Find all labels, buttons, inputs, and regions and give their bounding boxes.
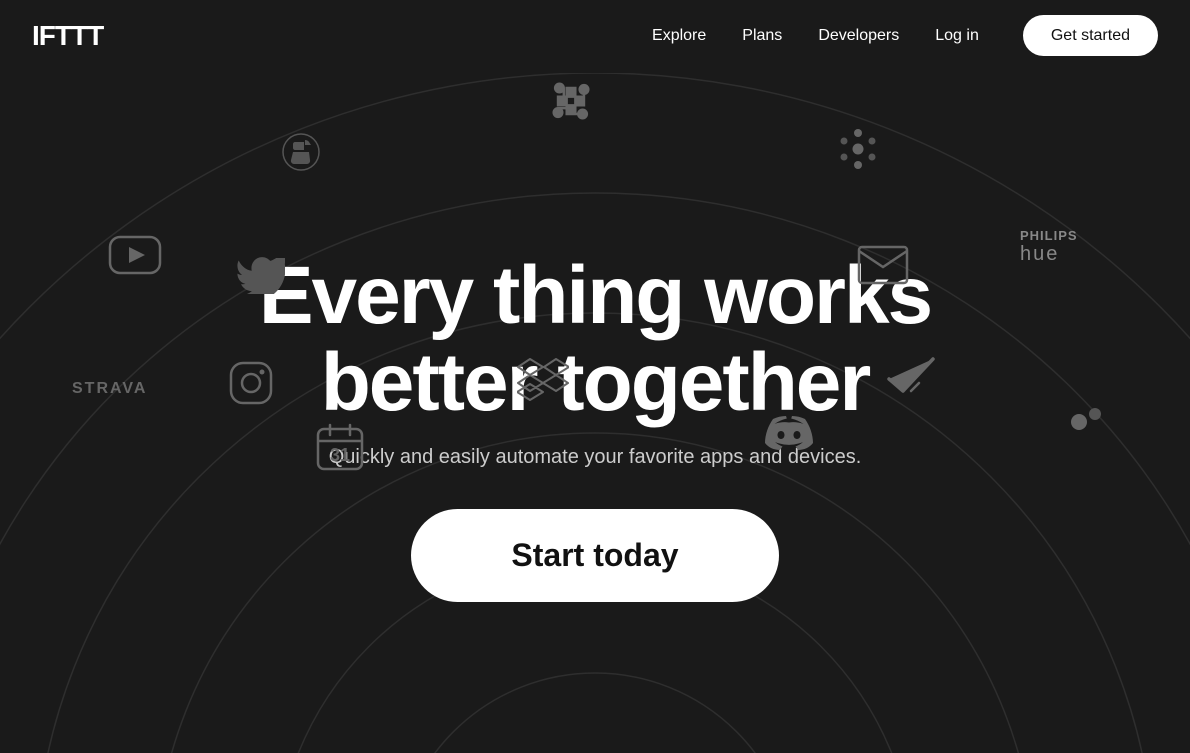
youtube-icon [108,235,162,275]
google-assistant-icon [1065,400,1109,444]
hero-start-today-button[interactable]: Start today [411,509,778,602]
logo[interactable]: IFTTT [32,20,103,52]
nav-plans[interactable]: Plans [742,27,782,44]
instagram-icon [228,360,274,406]
svg-text:31: 31 [330,445,350,465]
philips-hue-icon: PHILIPS hue [1020,228,1078,266]
twitter-icon [237,252,285,294]
nav-get-started-button[interactable]: Get started [1023,15,1158,56]
slack-icon [545,75,597,127]
fitbit-icon [832,125,884,173]
discord-icon [763,415,815,455]
hero-title: Every thing works better together [259,253,931,425]
nav-developers[interactable]: Developers [818,27,899,44]
calendar-icon: 31 [315,422,365,472]
nav-explore[interactable]: Explore [652,27,706,44]
hero-section: Every thing works better together Quickl… [0,72,1190,753]
dropbox-icon [517,355,569,401]
strava-icon: STRAVA [72,380,147,398]
ifttt-check-icon [885,355,937,395]
navbar: IFTTT Explore Plans Developers Log in Ge… [0,0,1190,72]
gmail-icon [857,245,909,285]
nav-login[interactable]: Log in [935,27,979,44]
evernote-icon [277,128,325,176]
